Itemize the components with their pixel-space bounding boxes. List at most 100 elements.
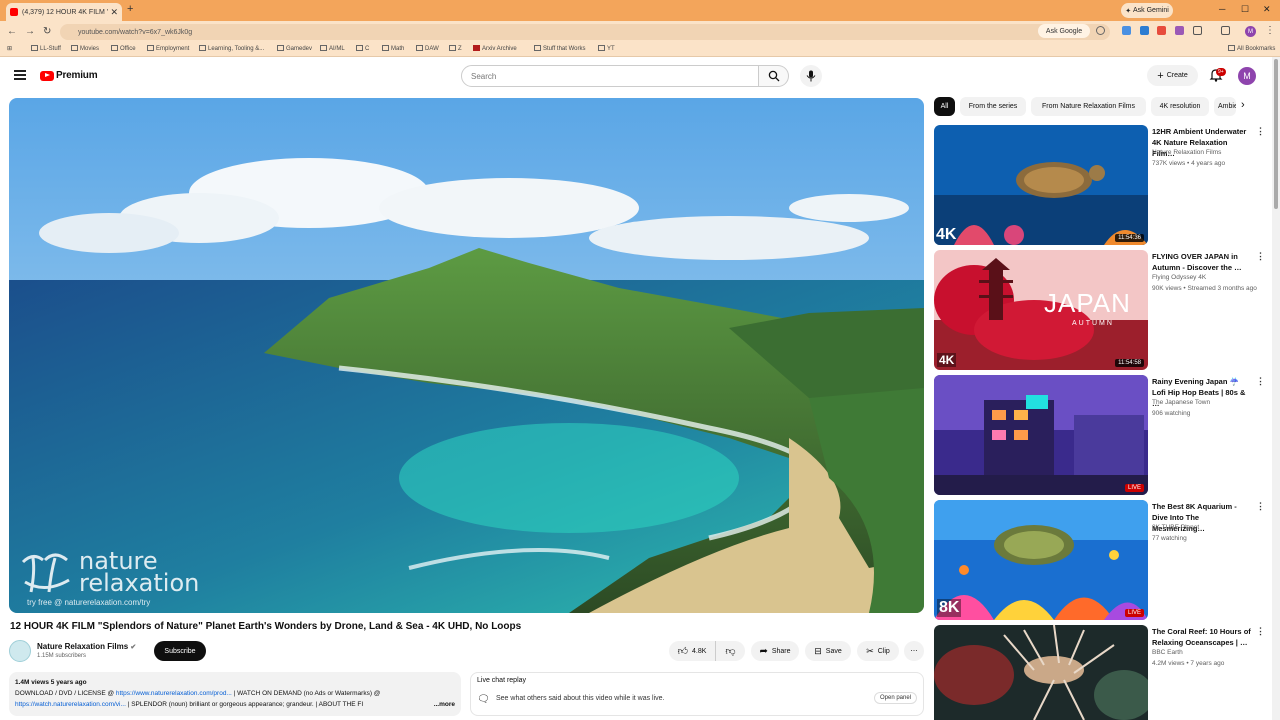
subscriber-count: 1.15M subscribers — [37, 653, 87, 659]
extension-icon[interactable] — [1140, 26, 1149, 35]
bookmark-folder[interactable]: Office — [111, 45, 136, 52]
folder-icon — [1228, 45, 1235, 51]
recommendation-thumbnail[interactable]: LIVE — [934, 375, 1148, 495]
extension-icon[interactable] — [1122, 26, 1131, 35]
create-button[interactable]: + Create — [1147, 65, 1198, 86]
more-options-icon[interactable]: ⋮ — [1256, 501, 1265, 512]
recommendation-channel[interactable]: The Japanese Town — [1152, 399, 1210, 406]
recommendation-thumbnail[interactable] — [934, 625, 1148, 720]
folder-icon — [199, 45, 206, 51]
back-icon[interactable]: ← — [7, 26, 17, 37]
close-tab-icon[interactable]: ✕ — [110, 7, 118, 18]
voice-search-button[interactable] — [800, 65, 822, 87]
chip-4k-resolution[interactable]: 4K resolution — [1151, 97, 1209, 116]
menu-hamburger-icon[interactable] — [14, 70, 26, 80]
chip-from-channel[interactable]: From Nature Relaxation Films — [1031, 97, 1146, 116]
chip-ambient[interactable]: Ambient — [1214, 97, 1236, 116]
plus-icon: + — [1157, 69, 1164, 82]
description-link[interactable]: https://www.naturerelaxation.com/prod... — [116, 690, 232, 697]
bookmark-folder[interactable]: YT — [598, 45, 615, 52]
reload-icon[interactable]: ↻ — [43, 26, 51, 37]
bookmark-folder[interactable]: Gamedev — [277, 45, 312, 52]
bookmark-folder[interactable]: DAW — [416, 45, 439, 52]
bookmark-folder[interactable]: Stuff that Works — [534, 45, 585, 52]
more-options-icon[interactable]: ⋮ — [1256, 126, 1265, 137]
maximize-icon[interactable]: ☐ — [1241, 4, 1249, 15]
bookmark-folder[interactable]: Employment — [147, 45, 189, 52]
bookmark-folder[interactable]: AI/ML — [320, 45, 345, 52]
clip-button[interactable]: ✂ Clip — [857, 641, 899, 661]
side-panel-icon[interactable] — [1221, 26, 1230, 35]
more-options-icon[interactable]: ⋮ — [1256, 626, 1265, 637]
save-button[interactable]: ⊟ Save — [805, 641, 851, 661]
search-input[interactable]: Search — [461, 65, 759, 87]
more-options-icon[interactable]: ⋮ — [1256, 251, 1265, 262]
channel-avatar[interactable] — [9, 640, 31, 662]
browser-menu-icon[interactable]: ⋮ — [1265, 25, 1275, 36]
palm-logo-icon — [21, 553, 70, 593]
page-scrollbar[interactable] — [1272, 57, 1280, 720]
extensions-puzzle-icon[interactable] — [1193, 26, 1202, 35]
ask-gemini-button[interactable]: ✦ Ask Gemini — [1121, 3, 1173, 18]
recommendation-channel[interactable]: Nature Relaxation Films — [1152, 149, 1221, 156]
bookmark-link[interactable]: Arxiv Archive — [473, 45, 517, 52]
recommendation-channel[interactable]: BBC Earth — [1152, 649, 1183, 656]
ask-google-button[interactable]: Ask Google — [1038, 24, 1090, 38]
search-button[interactable] — [759, 65, 789, 87]
share-label: Share — [771, 647, 791, 655]
chip-from-the-series[interactable]: From the series — [960, 97, 1026, 116]
close-window-icon[interactable]: ✕ — [1263, 4, 1271, 15]
forward-icon[interactable]: → — [25, 26, 35, 37]
recommendation-channel[interactable]: 8K TUBE Planet — [1152, 524, 1199, 531]
ask-google-label: Ask Google — [1045, 27, 1083, 35]
bookmark-folder[interactable]: Z — [449, 45, 462, 52]
recommendation-thumbnail[interactable]: 4K 11:54:36 — [934, 125, 1148, 245]
youtube-premium-logo[interactable]: Premium — [40, 70, 98, 81]
subscribe-button[interactable]: Subscribe — [154, 641, 206, 661]
minimize-icon[interactable]: ─ — [1219, 4, 1225, 14]
recommendation-thumbnail[interactable]: JAPAN AUTUMN 4K 11:54:58 — [934, 250, 1148, 370]
chevron-right-icon[interactable]: › — [1241, 99, 1245, 111]
recommendation-title[interactable]: FLYING OVER JAPAN in Autumn - Discover t… — [1152, 251, 1252, 273]
browser-tab-active[interactable]: (4,379) 12 HOUR 4K FILM "Spl… ✕ — [6, 3, 122, 21]
browser-profile-avatar[interactable]: M — [1245, 26, 1256, 37]
scrollbar-thumb[interactable] — [1274, 59, 1278, 209]
thumbnail-overlay-title: JAPAN — [1044, 288, 1131, 318]
user-avatar[interactable]: M — [1238, 67, 1256, 85]
bookmark-folder[interactable]: C — [356, 45, 369, 52]
new-tab-button[interactable]: + — [127, 3, 133, 15]
extension-icon[interactable] — [1175, 26, 1184, 35]
bookmark-star-icon[interactable] — [1096, 26, 1105, 35]
open-panel-button[interactable]: Open panel — [874, 692, 918, 704]
apps-grid-icon[interactable]: ⊞ — [7, 45, 12, 52]
extension-icon[interactable] — [1157, 26, 1166, 35]
description-line: DOWNLOAD / DVD / LICENSE @ https://www.n… — [15, 690, 381, 697]
bookmark-folder[interactable]: Movies — [71, 45, 99, 52]
share-arrow-icon: ➦ — [759, 645, 768, 657]
chip-all[interactable]: All — [934, 97, 955, 116]
recommendation-channel[interactable]: Flying Odyssey 4K — [1152, 274, 1206, 281]
address-bar[interactable]: youtube.com/watch?v=6x7_wk6Jk0g — [60, 24, 1110, 40]
thumbnail-overlay-subtitle: AUTUMN — [1072, 320, 1114, 327]
recommendation-title[interactable]: The Coral Reef: 10 Hours of Relaxing Oce… — [1152, 626, 1252, 648]
more-actions-button[interactable]: ⋯ — [904, 641, 924, 661]
share-button[interactable]: ➦ Share — [751, 641, 799, 661]
description-more[interactable]: ...more — [433, 699, 455, 710]
bookmark-folder[interactable]: Math — [382, 45, 404, 52]
video-player[interactable]: nature relaxation try free @ naturerelax… — [9, 98, 924, 613]
bookmark-folder[interactable]: Learning, Tooling &... — [199, 45, 264, 52]
quality-badge: 4K — [937, 353, 957, 367]
recommendation-thumbnail[interactable]: 8K LIVE — [934, 500, 1148, 620]
channel-name[interactable]: Nature Relaxation Films ✔ — [37, 642, 136, 651]
like-button[interactable]: 👍︎ 4.8K — [669, 641, 715, 661]
more-options-icon[interactable]: ⋮ — [1256, 376, 1265, 387]
video-title: 12 HOUR 4K FILM "Splendors of Nature" Pl… — [10, 621, 522, 632]
folder-icon — [277, 45, 284, 51]
description-link[interactable]: https://watch.naturerelaxation.com/vi... — [15, 701, 126, 708]
all-bookmarks[interactable]: All Bookmarks — [1228, 45, 1275, 52]
description-box[interactable]: 1.4M views 5 years ago DOWNLOAD / DVD / … — [9, 672, 461, 716]
recommendation-meta: 90K views • Streamed 3 months ago — [1152, 285, 1257, 292]
bookmark-folder[interactable]: LL-Stuff — [31, 45, 61, 52]
thumbs-up-icon: 👍︎ — [677, 646, 689, 657]
dislike-button[interactable]: 👎︎ — [715, 641, 745, 661]
